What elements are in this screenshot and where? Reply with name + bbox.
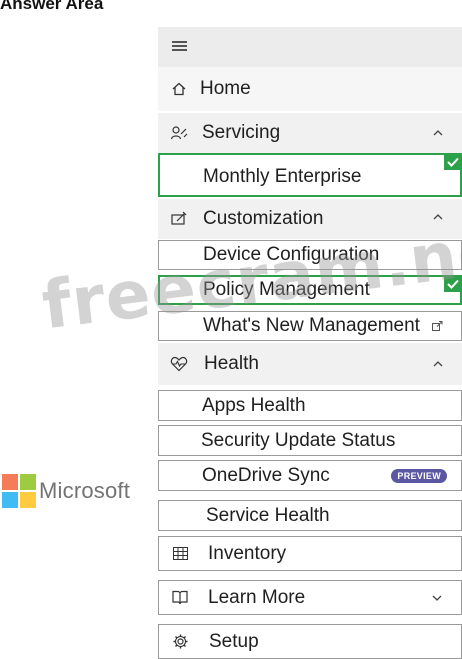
nav-item-onedrive-sync[interactable]: OneDrive Sync PREVIEW xyxy=(158,460,462,491)
nav-section-label: Health xyxy=(204,353,259,374)
nav-section-servicing[interactable]: Servicing xyxy=(158,113,462,153)
nav-item-label: Apps Health xyxy=(202,395,306,416)
health-icon xyxy=(170,355,188,373)
nav-item-label: Setup xyxy=(209,631,259,652)
nav-item-label: Home xyxy=(200,78,251,99)
logo-square-green xyxy=(20,474,36,490)
chevron-up-icon[interactable] xyxy=(432,358,444,370)
nav-item-service-health[interactable]: Service Health xyxy=(158,500,462,531)
hamburger-icon xyxy=(172,41,187,52)
nav-item-setup[interactable]: Setup xyxy=(158,624,462,659)
answer-area-title: Answer Area xyxy=(0,0,104,13)
logo-square-blue xyxy=(2,492,18,508)
gear-icon xyxy=(171,633,189,651)
nav-item-label: Device Configuration xyxy=(203,244,380,265)
nav-item-label: OneDrive Sync xyxy=(202,465,330,486)
nav-section-label: Learn More xyxy=(208,587,306,608)
nav-item-inventory[interactable]: Inventory xyxy=(158,536,462,571)
chevron-down-icon[interactable] xyxy=(431,592,443,604)
home-icon xyxy=(170,80,188,98)
logo-square-yellow xyxy=(20,492,36,508)
nav-item-monthly-enterprise[interactable]: Monthly Enterprise xyxy=(158,153,462,197)
external-link-icon xyxy=(432,321,443,331)
microsoft-logo-icon xyxy=(2,474,36,508)
nav-item-whats-new-management[interactable]: What's New Management xyxy=(158,311,462,341)
servicing-icon xyxy=(170,124,188,142)
nav-item-label: Inventory xyxy=(208,543,287,564)
microsoft-logo: Microsoft xyxy=(2,474,130,508)
preview-badge: PREVIEW xyxy=(391,469,447,483)
nav-item-label: What's New Management xyxy=(203,315,420,336)
nav-item-policy-management[interactable]: Policy Management xyxy=(158,275,462,305)
customization-icon xyxy=(170,210,188,228)
chevron-up-icon[interactable] xyxy=(432,211,444,223)
nav-item-apps-health[interactable]: Apps Health xyxy=(158,390,462,421)
checkmark-icon xyxy=(444,275,462,292)
nav-section-customization[interactable]: Customization xyxy=(158,199,462,239)
nav-section-label: Customization xyxy=(203,208,324,229)
navigation-panel: Home Servicing Monthly Enterprise Custom… xyxy=(158,27,462,659)
book-icon xyxy=(171,589,189,607)
logo-square-red xyxy=(2,474,18,490)
nav-item-label: Monthly Enterprise xyxy=(203,166,362,187)
nav-item-home[interactable]: Home xyxy=(158,67,462,111)
menu-toggle-button[interactable] xyxy=(158,27,462,67)
nav-item-security-update-status[interactable]: Security Update Status xyxy=(158,425,462,456)
nav-item-label: Policy Management xyxy=(203,279,370,300)
nav-section-learn-more[interactable]: Learn More xyxy=(158,580,462,615)
nav-section-health[interactable]: Health xyxy=(158,343,462,385)
nav-item-label: Security Update Status xyxy=(201,430,396,451)
microsoft-wordmark: Microsoft xyxy=(39,478,131,503)
nav-item-device-configuration[interactable]: Device Configuration xyxy=(158,240,462,270)
chevron-up-icon[interactable] xyxy=(432,127,444,139)
nav-section-label: Servicing xyxy=(202,122,281,143)
nav-item-label: Service Health xyxy=(206,505,330,526)
inventory-icon xyxy=(171,545,189,563)
checkmark-icon xyxy=(444,153,462,170)
